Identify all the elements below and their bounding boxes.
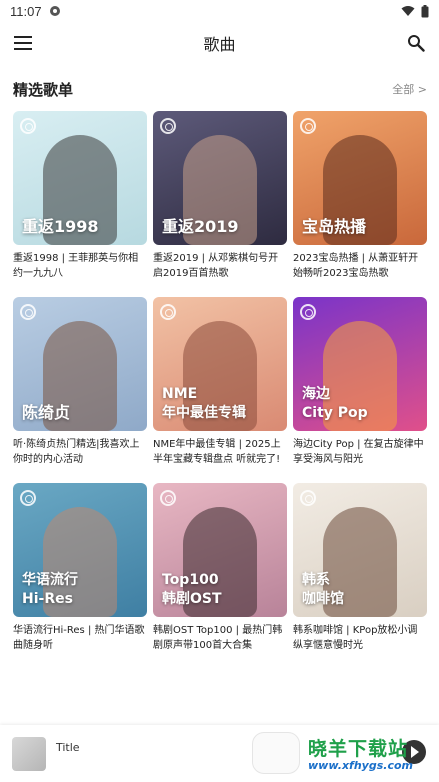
status-bar: 11:07 bbox=[0, 0, 439, 22]
section-header: 精选歌单 全部 > bbox=[13, 78, 427, 100]
playlist-card[interactable]: 海边 City Pop 海边City Pop | 在复古旋律中享受海风与阳光 bbox=[293, 297, 427, 483]
music-logo-icon bbox=[20, 118, 36, 134]
playlist-caption[interactable]: NME年中最佳专辑 | 2025上半年宝藏专辑盘点 听就完了! bbox=[153, 437, 287, 469]
music-logo-icon bbox=[300, 118, 316, 134]
playlist-caption[interactable]: 重返2019 | 从邓紫棋句号开启2019百首热歌 bbox=[153, 251, 287, 283]
cover-title: Top100 韩剧OST bbox=[162, 572, 222, 607]
playlist-caption[interactable]: 华语流行Hi-Res | 热门华语歌曲随身听 bbox=[13, 623, 147, 655]
cover-title: NME 年中最佳专辑 bbox=[162, 386, 246, 421]
status-icons bbox=[401, 4, 429, 18]
playlist-card[interactable]: 韩系 咖啡馆韩系咖啡馆 | KPop放松小调 纵享惬意慢时光 bbox=[293, 483, 427, 669]
playlist-card[interactable]: NME 年中最佳专辑 NME年中最佳专辑 | 2025上半年宝藏专辑盘点 听就完了… bbox=[153, 297, 287, 483]
playlist-cover[interactable]: 华语流行 Hi-Res bbox=[13, 483, 147, 617]
playlist-card[interactable]: 重返1998 重返1998 | 王菲那英与你相约一九九八 bbox=[13, 111, 147, 297]
music-logo-icon bbox=[300, 304, 316, 320]
cover-title: 陈绮贞 bbox=[22, 403, 71, 422]
music-logo-icon bbox=[160, 118, 176, 134]
page-title: 歌曲 bbox=[203, 35, 236, 54]
playlist-card[interactable]: Top100 韩剧OST 韩剧OST Top100 | 最热门韩剧原声带100首大… bbox=[153, 483, 287, 669]
playlist-cover[interactable]: 海边 City Pop bbox=[293, 297, 427, 431]
music-logo-icon bbox=[160, 490, 176, 506]
music-logo-icon bbox=[300, 490, 316, 506]
playlist-grid: 重返1998 重返1998 | 王菲那英与你相约一九九八 重返2019 重返2019 … bbox=[13, 111, 427, 669]
menu-icon[interactable] bbox=[14, 36, 32, 50]
playlist-caption[interactable]: 韩剧OST Top100 | 最热门韩剧原声带100首大合集 bbox=[153, 623, 287, 655]
cover-title: 韩系 咖啡馆 bbox=[302, 572, 344, 607]
playlist-card[interactable]: 陈绮贞听·陈绮贞热门精选|我喜欢上你时的内心活动 bbox=[13, 297, 147, 483]
album-art bbox=[12, 736, 46, 771]
cover-title: 华语流行 Hi-Res bbox=[22, 572, 78, 607]
notification-icon bbox=[49, 6, 60, 16]
cover-title: 宝岛热播 bbox=[302, 217, 367, 236]
wifi-icon bbox=[401, 6, 415, 16]
status-time: 11:07 bbox=[10, 3, 42, 19]
player-title: Title bbox=[56, 741, 80, 754]
playlist-cover[interactable]: 重返1998 bbox=[13, 111, 147, 245]
section-title: 精选歌单 bbox=[13, 80, 74, 99]
playlist-cover[interactable]: NME 年中最佳专辑 bbox=[153, 297, 287, 431]
playlist-cover[interactable]: 韩系 咖啡馆 bbox=[293, 483, 427, 617]
music-logo-icon bbox=[20, 490, 36, 506]
mini-player[interactable]: Title bbox=[0, 725, 439, 782]
view-all-link[interactable]: 全部 > bbox=[392, 81, 427, 97]
play-button[interactable] bbox=[402, 740, 426, 764]
search-icon[interactable] bbox=[407, 34, 425, 52]
playlist-card[interactable]: 宝岛热播 2023宝岛热播 | 从萧亚轩开始畅听2023宝岛热歌 bbox=[293, 111, 427, 297]
battery-icon bbox=[421, 4, 429, 17]
playlist-card[interactable]: 华语流行 Hi-Res 华语流行Hi-Res | 热门华语歌曲随身听 bbox=[13, 483, 147, 669]
music-logo-icon bbox=[20, 304, 36, 320]
playlist-cover[interactable]: 宝岛热播 bbox=[293, 111, 427, 245]
cover-title: 重返1998 bbox=[22, 217, 99, 236]
cover-title: 海边 City Pop bbox=[302, 386, 368, 421]
playlist-caption[interactable]: 韩系咖啡馆 | KPop放松小调 纵享惬意慢时光 bbox=[293, 623, 427, 655]
playlist-caption[interactable]: 听·陈绮贞热门精选|我喜欢上你时的内心活动 bbox=[13, 437, 147, 469]
app-bar: 歌曲 bbox=[0, 22, 439, 64]
playlist-cover[interactable]: Top100 韩剧OST bbox=[153, 483, 287, 617]
playlist-cover[interactable]: 重返2019 bbox=[153, 111, 287, 245]
playlist-cover[interactable]: 陈绮贞 bbox=[13, 297, 147, 431]
music-logo-icon bbox=[160, 304, 176, 320]
playlist-card[interactable]: 重返2019 重返2019 | 从邓紫棋句号开启2019百首热歌 bbox=[153, 111, 287, 297]
playlist-caption[interactable]: 重返1998 | 王菲那英与你相约一九九八 bbox=[13, 251, 147, 283]
cover-title: 重返2019 bbox=[162, 217, 239, 236]
playlist-caption[interactable]: 海边City Pop | 在复古旋律中享受海风与阳光 bbox=[293, 437, 427, 469]
playlist-caption[interactable]: 2023宝岛热播 | 从萧亚轩开始畅听2023宝岛热歌 bbox=[293, 251, 427, 283]
